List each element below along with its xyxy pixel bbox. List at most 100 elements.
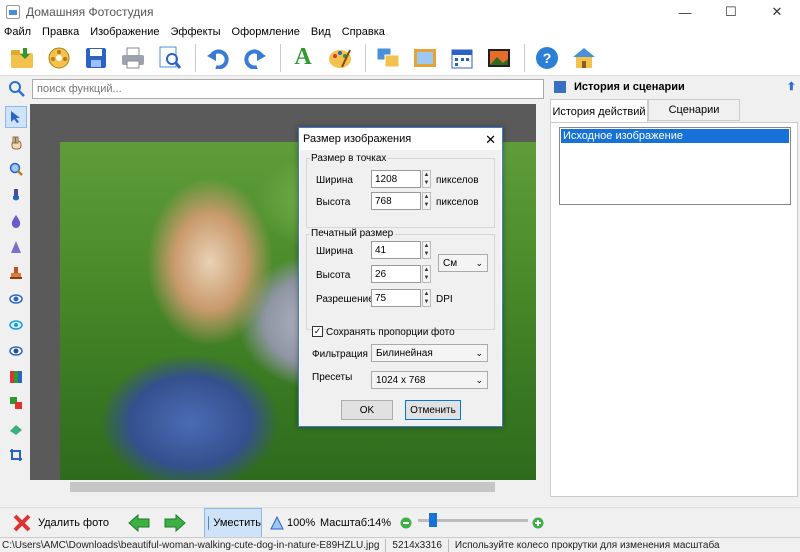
help-icon[interactable]: ? [533,44,561,72]
status-hint: Используйте колесо прокрутки для изменен… [454,539,720,551]
hand-tool-icon[interactable] [5,132,27,154]
print-width-spinner[interactable]: ▲ ▼ [422,241,431,259]
next-photo-icon[interactable] [164,508,186,538]
cancel-button[interactable]: Отменить [405,400,461,420]
preview-icon[interactable] [156,44,184,72]
text-icon[interactable]: A [289,44,317,72]
history-list: Исходное изображение [559,127,791,205]
chevron-down-icon: ⌄ [475,375,483,385]
horizontal-scrollbar[interactable] [30,480,546,494]
tools-column [4,104,28,474]
resolution-input[interactable] [371,289,421,307]
dialog-body: Размер в точках Ширина ▲▼ пикселов Высот… [300,150,501,426]
tab-history[interactable]: История действий [550,99,648,123]
panel-icon [554,81,566,93]
search-row [0,77,546,101]
save-icon[interactable] [82,44,110,72]
redo-icon[interactable] [241,44,269,72]
print-size-group-label: Печатный размер [310,228,395,239]
print-height-spinner[interactable]: ▲ ▼ [422,265,431,283]
home-icon[interactable] [570,44,598,72]
resolution-spinner[interactable]: ▲ ▼ [422,289,431,307]
menu-edit[interactable]: Правка [42,26,79,38]
scale-label: Масштаб: [320,517,371,529]
eraser-tool-icon[interactable] [5,418,27,440]
presets-select-value: 1024 x 768 [376,374,426,386]
zoom-100-button[interactable]: 100% [270,508,315,538]
postcard-icon[interactable] [485,44,513,72]
sharpen-tool-icon[interactable] [5,236,27,258]
width-unit: пикселов [436,175,479,186]
crop-tool-icon[interactable] [5,444,27,466]
color-levels-icon[interactable] [5,366,27,388]
scrollbar-thumb[interactable] [70,482,495,492]
print-width-input[interactable] [371,241,421,259]
search-icon[interactable] [6,78,28,100]
print-icon[interactable] [119,44,147,72]
maximize-button[interactable]: ☐ [708,0,754,24]
bottom-bar: Удалить фото Уместить 100% Масштаб: 14% [0,507,800,538]
delete-icon [13,514,31,532]
width-spinner[interactable]: ▲ ▼ [422,170,431,188]
minimize-button[interactable]: — [662,0,708,24]
brush-tool-icon[interactable] [5,184,27,206]
calendar-icon[interactable] [448,44,476,72]
red-eye-tool-icon[interactable] [5,340,27,362]
menu-image[interactable]: Изображение [90,26,159,38]
menu-file[interactable]: Файл [4,26,31,38]
width-input[interactable] [371,170,421,188]
chevron-down-icon: ⌄ [475,258,483,268]
vertical-scrollbar[interactable] [536,104,546,480]
frame-icon[interactable] [411,44,439,72]
presets-select[interactable]: 1024 x 768 ⌄ [371,371,488,389]
resolution-label: Разрешение [316,294,374,305]
height-spinner[interactable]: ▲ ▼ [422,192,431,210]
tab-scenarios[interactable]: Сценарии [648,99,740,121]
stamp-tool-icon[interactable] [5,262,27,284]
history-item[interactable]: Исходное изображение [561,129,789,143]
tab-content: Исходное изображение [550,122,798,497]
fit-button[interactable]: Уместить [204,508,262,538]
film-reel-icon[interactable] [45,44,73,72]
unit-select[interactable]: См ⌄ [438,254,488,272]
delete-photo-button[interactable]: Удалить фото [12,508,109,538]
status-bar: C:\Users\AMC\Downloads\beautiful-woman-w… [0,537,800,552]
previous-photo-icon[interactable] [128,508,150,538]
zoom-out-icon[interactable] [400,508,412,538]
palette-icon[interactable] [326,44,354,72]
close-button[interactable]: ✕ [754,0,800,24]
zoom-slider-thumb[interactable] [429,513,438,527]
contrast-tool-icon[interactable] [5,288,27,310]
menu-design[interactable]: Оформление [232,26,300,38]
drop-tool-icon[interactable] [5,210,27,232]
print-height-input[interactable] [371,265,421,283]
menu-help[interactable]: Справка [342,26,385,38]
ok-button[interactable]: OK [341,400,393,420]
collage-icon[interactable] [374,44,402,72]
zoom-tool-icon[interactable] [5,158,27,180]
title-bar: Домашняя Фотостудия — ☐ ✕ [0,0,800,24]
pin-icon[interactable]: ⬆ [787,80,796,93]
keep-proportions-checkbox[interactable]: ✓ [312,326,323,337]
panel-title: История и сценарии [574,81,685,93]
replace-color-icon[interactable] [5,392,27,414]
filter-select[interactable]: Билинейная ⌄ [371,344,488,362]
search-input[interactable] [32,79,544,99]
menu-view[interactable]: Вид [311,26,331,38]
filter-label: Фильтрация [312,349,368,360]
toolbar-separator [195,43,196,72]
scale-value: 14% [369,517,392,529]
undo-icon[interactable] [204,44,232,72]
height-unit: пикселов [436,197,479,208]
zoom-100-label: 100% [287,517,316,529]
zoom-in-icon[interactable] [532,508,544,538]
height-input[interactable] [371,192,421,210]
pointer-tool-icon[interactable] [5,106,27,128]
eye-tool-icon[interactable] [5,314,27,336]
window-title: Домашняя Фотостудия [26,5,154,19]
dialog-close-icon[interactable]: ✕ [485,132,496,148]
open-folder-icon[interactable] [8,44,36,72]
presets-label: Пресеты [312,372,353,383]
dialog-title: Размер изображения [303,133,412,145]
menu-effects[interactable]: Эффекты [171,26,221,38]
